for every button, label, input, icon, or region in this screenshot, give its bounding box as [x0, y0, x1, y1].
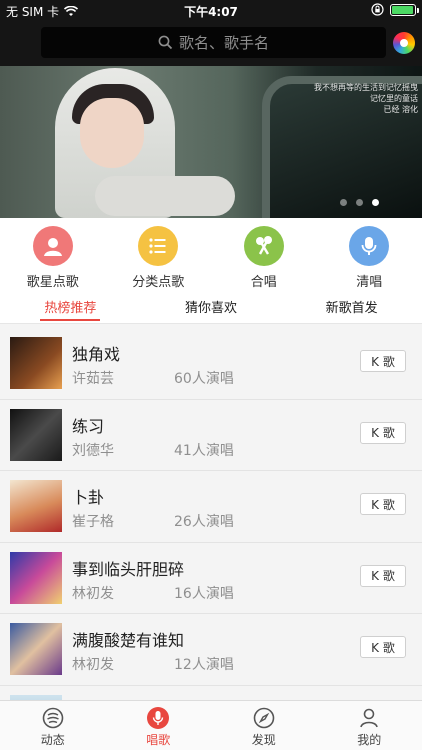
song-singer: 许茹芸	[72, 371, 114, 387]
status-right	[371, 3, 419, 16]
search-bar[interactable]: 歌名、歌手名	[41, 27, 386, 58]
karaoke-button[interactable]: K 歌	[360, 493, 406, 515]
status-bar: 无 SIM 卡 下午4:07	[0, 0, 422, 22]
tabbar-label: 唱歌	[146, 733, 171, 747]
song-list: 独角戏 许茹芸 60人演唱 K 歌 练习 刘德华 41人演唱 K 歌 卜卦 崔子…	[0, 328, 422, 700]
song-row[interactable]: 卜卦 崔子格 26人演唱 K 歌	[0, 471, 422, 543]
song-row[interactable]: 独角戏 许茹芸 60人演唱 K 歌	[0, 328, 422, 400]
tabbar-label: 我的	[357, 733, 382, 747]
tabbar-label: 动态	[40, 733, 65, 747]
content-tabs: 热榜推荐 猜你喜欢 新歌首发	[0, 290, 422, 324]
carousel-dots	[340, 199, 379, 206]
tabbar-me[interactable]: 我的	[317, 701, 422, 750]
tab-guess[interactable]: 猜你喜欢	[141, 290, 282, 323]
song-row-partial[interactable]	[0, 685, 422, 700]
battery-fill	[392, 5, 413, 14]
singer-icon	[32, 226, 73, 266]
banner-caption-line2: 记忆里的童话	[370, 94, 418, 103]
banner-figure-face	[80, 98, 144, 168]
song-singer: 林初发	[72, 585, 114, 602]
person-icon	[360, 708, 379, 728]
category-shortcuts: 歌星点歌 分类点歌 合唱 清唱	[0, 218, 422, 290]
tab-new[interactable]: 新歌首发	[281, 290, 422, 323]
song-title: 练习	[72, 416, 105, 436]
song-row[interactable]: 练习 刘德华 41人演唱 K 歌	[0, 399, 422, 471]
banner-caption-line3: 已经 溶化	[383, 105, 418, 114]
tabbar-sing[interactable]: 唱歌	[106, 701, 212, 750]
song-title: 事到临头肝胆碎	[72, 559, 185, 579]
carousel-dot-active[interactable]	[372, 199, 379, 206]
album-cover	[10, 551, 62, 604]
battery-icon	[390, 3, 419, 16]
album-cover	[10, 480, 62, 532]
song-singer: 林初发	[72, 657, 114, 673]
karaoke-button[interactable]: K 歌	[360, 636, 406, 658]
search-placeholder: 歌名、歌手名	[178, 34, 269, 52]
compass-icon	[253, 707, 275, 729]
tabbar-label: 发现	[251, 733, 276, 747]
banner-figure-arm	[95, 176, 235, 216]
category-duet[interactable]: 合唱	[211, 218, 317, 290]
tabbar-discover[interactable]: 发现	[211, 701, 317, 750]
category-label: 清唱	[356, 275, 383, 290]
tabbar-feed[interactable]: 动态	[0, 701, 106, 750]
song-singer: 崔子格	[72, 514, 114, 530]
search-icon	[158, 35, 173, 50]
color-wheel-icon[interactable]	[393, 32, 415, 54]
song-count: 12人演唱	[174, 657, 234, 673]
album-cover	[10, 408, 62, 461]
banner-carousel[interactable]: 我不想再等的生活到记忆摇曳 记忆里的童话 已经 溶化	[0, 66, 422, 218]
category-genre[interactable]: 分类点歌	[106, 218, 212, 290]
song-singer: 刘德华	[72, 442, 114, 459]
microphone-icon	[349, 226, 390, 266]
song-row[interactable]: 事到临头肝胆碎 林初发 16人演唱 K 歌	[0, 542, 422, 614]
category-acapella[interactable]: 清唱	[317, 218, 422, 290]
karaoke-button[interactable]: K 歌	[360, 421, 406, 444]
song-count: 41人演唱	[174, 442, 234, 459]
song-title: 独角戏	[72, 345, 121, 364]
category-singer[interactable]: 歌星点歌	[0, 218, 106, 290]
album-cover	[10, 623, 62, 675]
karaoke-button[interactable]: K 歌	[360, 350, 406, 372]
microphone-icon	[147, 707, 170, 729]
category-label: 歌星点歌	[26, 275, 79, 290]
banner-caption-line1: 我不想再等的生活到记忆摇曳	[314, 83, 418, 92]
song-count: 60人演唱	[174, 371, 234, 387]
song-title: 卜卦	[72, 488, 105, 507]
duet-mic-icon	[243, 226, 284, 266]
song-count: 26人演唱	[174, 514, 234, 530]
list-icon	[138, 226, 179, 266]
category-label: 分类点歌	[132, 275, 185, 290]
bottom-tab-bar: 动态 唱歌 发现 我的	[0, 700, 422, 750]
header: 歌名、歌手名	[0, 22, 422, 66]
song-title: 满腹酸楚有谁知	[72, 631, 185, 650]
status-time: 下午4:07	[184, 5, 238, 19]
feed-icon	[42, 707, 64, 729]
karaoke-button[interactable]: K 歌	[360, 564, 406, 587]
category-label: 合唱	[250, 275, 277, 290]
carousel-dot[interactable]	[340, 199, 347, 206]
carousel-dot[interactable]	[356, 199, 363, 206]
app-root: 无 SIM 卡 下午4:07 歌名、歌手名 我不想再等的生活到记忆摇曳 记忆里的…	[0, 0, 422, 750]
album-cover	[10, 337, 62, 389]
song-count: 16人演唱	[174, 585, 234, 602]
tab-hot[interactable]: 热榜推荐	[0, 290, 141, 323]
orientation-lock-icon	[371, 3, 384, 16]
song-row[interactable]: 满腹酸楚有谁知 林初发 12人演唱 K 歌	[0, 614, 422, 686]
banner-caption: 我不想再等的生活到记忆摇曳 记忆里的童话 已经 溶化	[300, 82, 418, 115]
